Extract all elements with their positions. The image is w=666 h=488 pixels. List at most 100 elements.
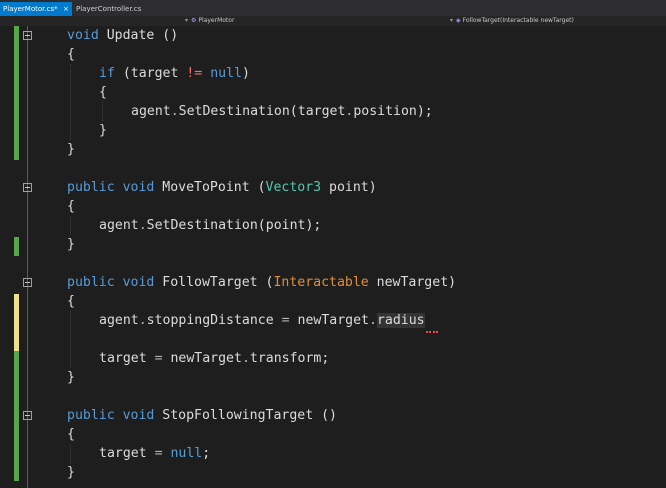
- code-line[interactable]: }: [67, 235, 75, 254]
- code-text: agent: [99, 313, 139, 328]
- code-text: ;: [202, 446, 211, 461]
- code-line[interactable]: }: [99, 121, 107, 140]
- type-name: Interactable: [273, 275, 369, 290]
- method-signature: Update (): [98, 28, 179, 43]
- code-line[interactable]: void Update (): [67, 26, 178, 45]
- operator: =: [154, 351, 163, 366]
- code-line[interactable]: }: [67, 368, 75, 387]
- brace: {: [67, 294, 75, 309]
- member-selector-dropdown[interactable]: ▾ ◈ FollowTarget(Interactable newTarget): [450, 16, 574, 26]
- document-tab-bar: PlayerMotor.cs* × PlayerController.cs: [0, 0, 666, 17]
- keyword: public: [67, 408, 115, 423]
- indent-guide: [70, 311, 71, 368]
- code-text: point): [321, 180, 377, 195]
- code-text: target: [99, 446, 155, 461]
- method-signature: StopFollowingTarget (): [154, 408, 337, 423]
- navigation-bar: ▾ ⚙ PlayerMotor ▾ ◈ FollowTarget(Interactabl…: [0, 16, 666, 26]
- code-line[interactable]: if (target != null): [99, 64, 250, 83]
- class-icon: ⚙: [191, 17, 197, 24]
- collapse-update-icon[interactable]: [23, 31, 32, 40]
- code-text: (target: [114, 66, 187, 81]
- code-line[interactable]: agent.stoppingDistance = newTarget.radiu…: [99, 311, 425, 330]
- tab-player-controller[interactable]: PlayerController.cs: [73, 2, 144, 16]
- indent-guide: [70, 216, 71, 235]
- code-line[interactable]: target = newTarget.transform;: [99, 349, 329, 368]
- class-selector-label: PlayerMotor: [198, 17, 235, 24]
- brace: }: [67, 237, 75, 252]
- highlighted-identifier[interactable]: radius: [376, 313, 425, 328]
- code-text: transform;: [249, 351, 330, 366]
- close-icon[interactable]: ×: [63, 2, 69, 16]
- method-icon: ◈: [456, 17, 461, 24]
- code-line[interactable]: {: [67, 45, 75, 64]
- code-line[interactable]: public void FollowTarget (Interactable n…: [67, 273, 456, 292]
- change-marker-saved: [14, 351, 19, 481]
- code-text: agent: [99, 218, 139, 233]
- tab-label: PlayerController.cs: [76, 5, 142, 13]
- keyword: void: [122, 275, 155, 290]
- collapse-move-to-point-icon[interactable]: [23, 183, 32, 192]
- code-line[interactable]: {: [67, 425, 75, 444]
- code-text: target: [99, 351, 155, 366]
- code-line[interactable]: agent.SetDestination(target.position);: [131, 102, 433, 121]
- code-text: newTarget: [162, 351, 242, 366]
- code-line[interactable]: }: [67, 463, 75, 482]
- code-text: newTarget: [289, 313, 369, 328]
- code-text: SetDestination(point);: [146, 218, 322, 233]
- operator: .: [369, 313, 377, 328]
- operator: .: [138, 313, 147, 328]
- tab-player-motor[interactable]: PlayerMotor.cs* ×: [0, 2, 72, 16]
- change-marker-unsaved: [14, 294, 19, 351]
- keyword: public: [67, 275, 115, 290]
- code-text: agent: [131, 104, 171, 119]
- chevron-down-icon: ▾: [185, 17, 189, 24]
- keyword: void: [122, 180, 155, 195]
- code-line[interactable]: public void MoveToPoint (Vector3 point): [67, 178, 377, 197]
- brace: {: [99, 85, 107, 100]
- code-text: ): [241, 66, 250, 81]
- code-line[interactable]: }: [67, 140, 75, 159]
- code-text: SetDestination(target: [178, 104, 346, 119]
- brace: }: [67, 370, 75, 385]
- brace: }: [67, 465, 75, 480]
- indent-guide: [102, 102, 103, 121]
- brace: }: [99, 123, 107, 138]
- operator: =: [281, 313, 290, 328]
- keyword: public: [67, 180, 115, 195]
- operator: =: [154, 446, 163, 461]
- keyword: null: [170, 446, 203, 461]
- member-selector-label: FollowTarget(Interactable newTarget): [462, 17, 574, 24]
- indent-guide: [70, 64, 71, 140]
- operator: .: [138, 218, 147, 233]
- keyword: null: [210, 66, 242, 81]
- indent-guide: [70, 444, 71, 463]
- brace: {: [67, 427, 75, 442]
- keyword: void: [122, 408, 155, 423]
- brace: }: [67, 142, 75, 157]
- code-text: position);: [353, 104, 433, 119]
- code-text: stoppingDistance: [146, 313, 282, 328]
- code-line[interactable]: agent.SetDestination(point);: [99, 216, 321, 235]
- code-editor[interactable]: void Update () { if (target != null) { a…: [0, 26, 666, 488]
- code-line[interactable]: {: [67, 197, 75, 216]
- code-line[interactable]: target = null;: [99, 444, 210, 463]
- brace: {: [67, 199, 75, 214]
- method-signature: FollowTarget (: [154, 275, 274, 290]
- brace: {: [67, 47, 75, 62]
- keyword: void: [67, 28, 99, 43]
- keyword: if: [99, 66, 115, 81]
- code-text: newTarget): [368, 275, 457, 290]
- operator: .: [241, 351, 250, 366]
- change-marker-saved: [14, 237, 19, 256]
- class-selector-dropdown[interactable]: ▾ ⚙ PlayerMotor: [185, 16, 234, 26]
- code-line[interactable]: {: [99, 83, 107, 102]
- code-line[interactable]: public void StopFollowingTarget (): [67, 406, 337, 425]
- type-name: Vector3: [265, 180, 322, 195]
- collapse-follow-target-icon[interactable]: [23, 278, 32, 287]
- operator: .: [170, 104, 179, 119]
- error-squiggle: [426, 329, 438, 333]
- chevron-down-icon: ▾: [450, 17, 454, 24]
- code-line[interactable]: {: [67, 292, 75, 311]
- tab-label: PlayerMotor.cs*: [3, 5, 58, 13]
- collapse-stop-following-icon[interactable]: [23, 411, 32, 420]
